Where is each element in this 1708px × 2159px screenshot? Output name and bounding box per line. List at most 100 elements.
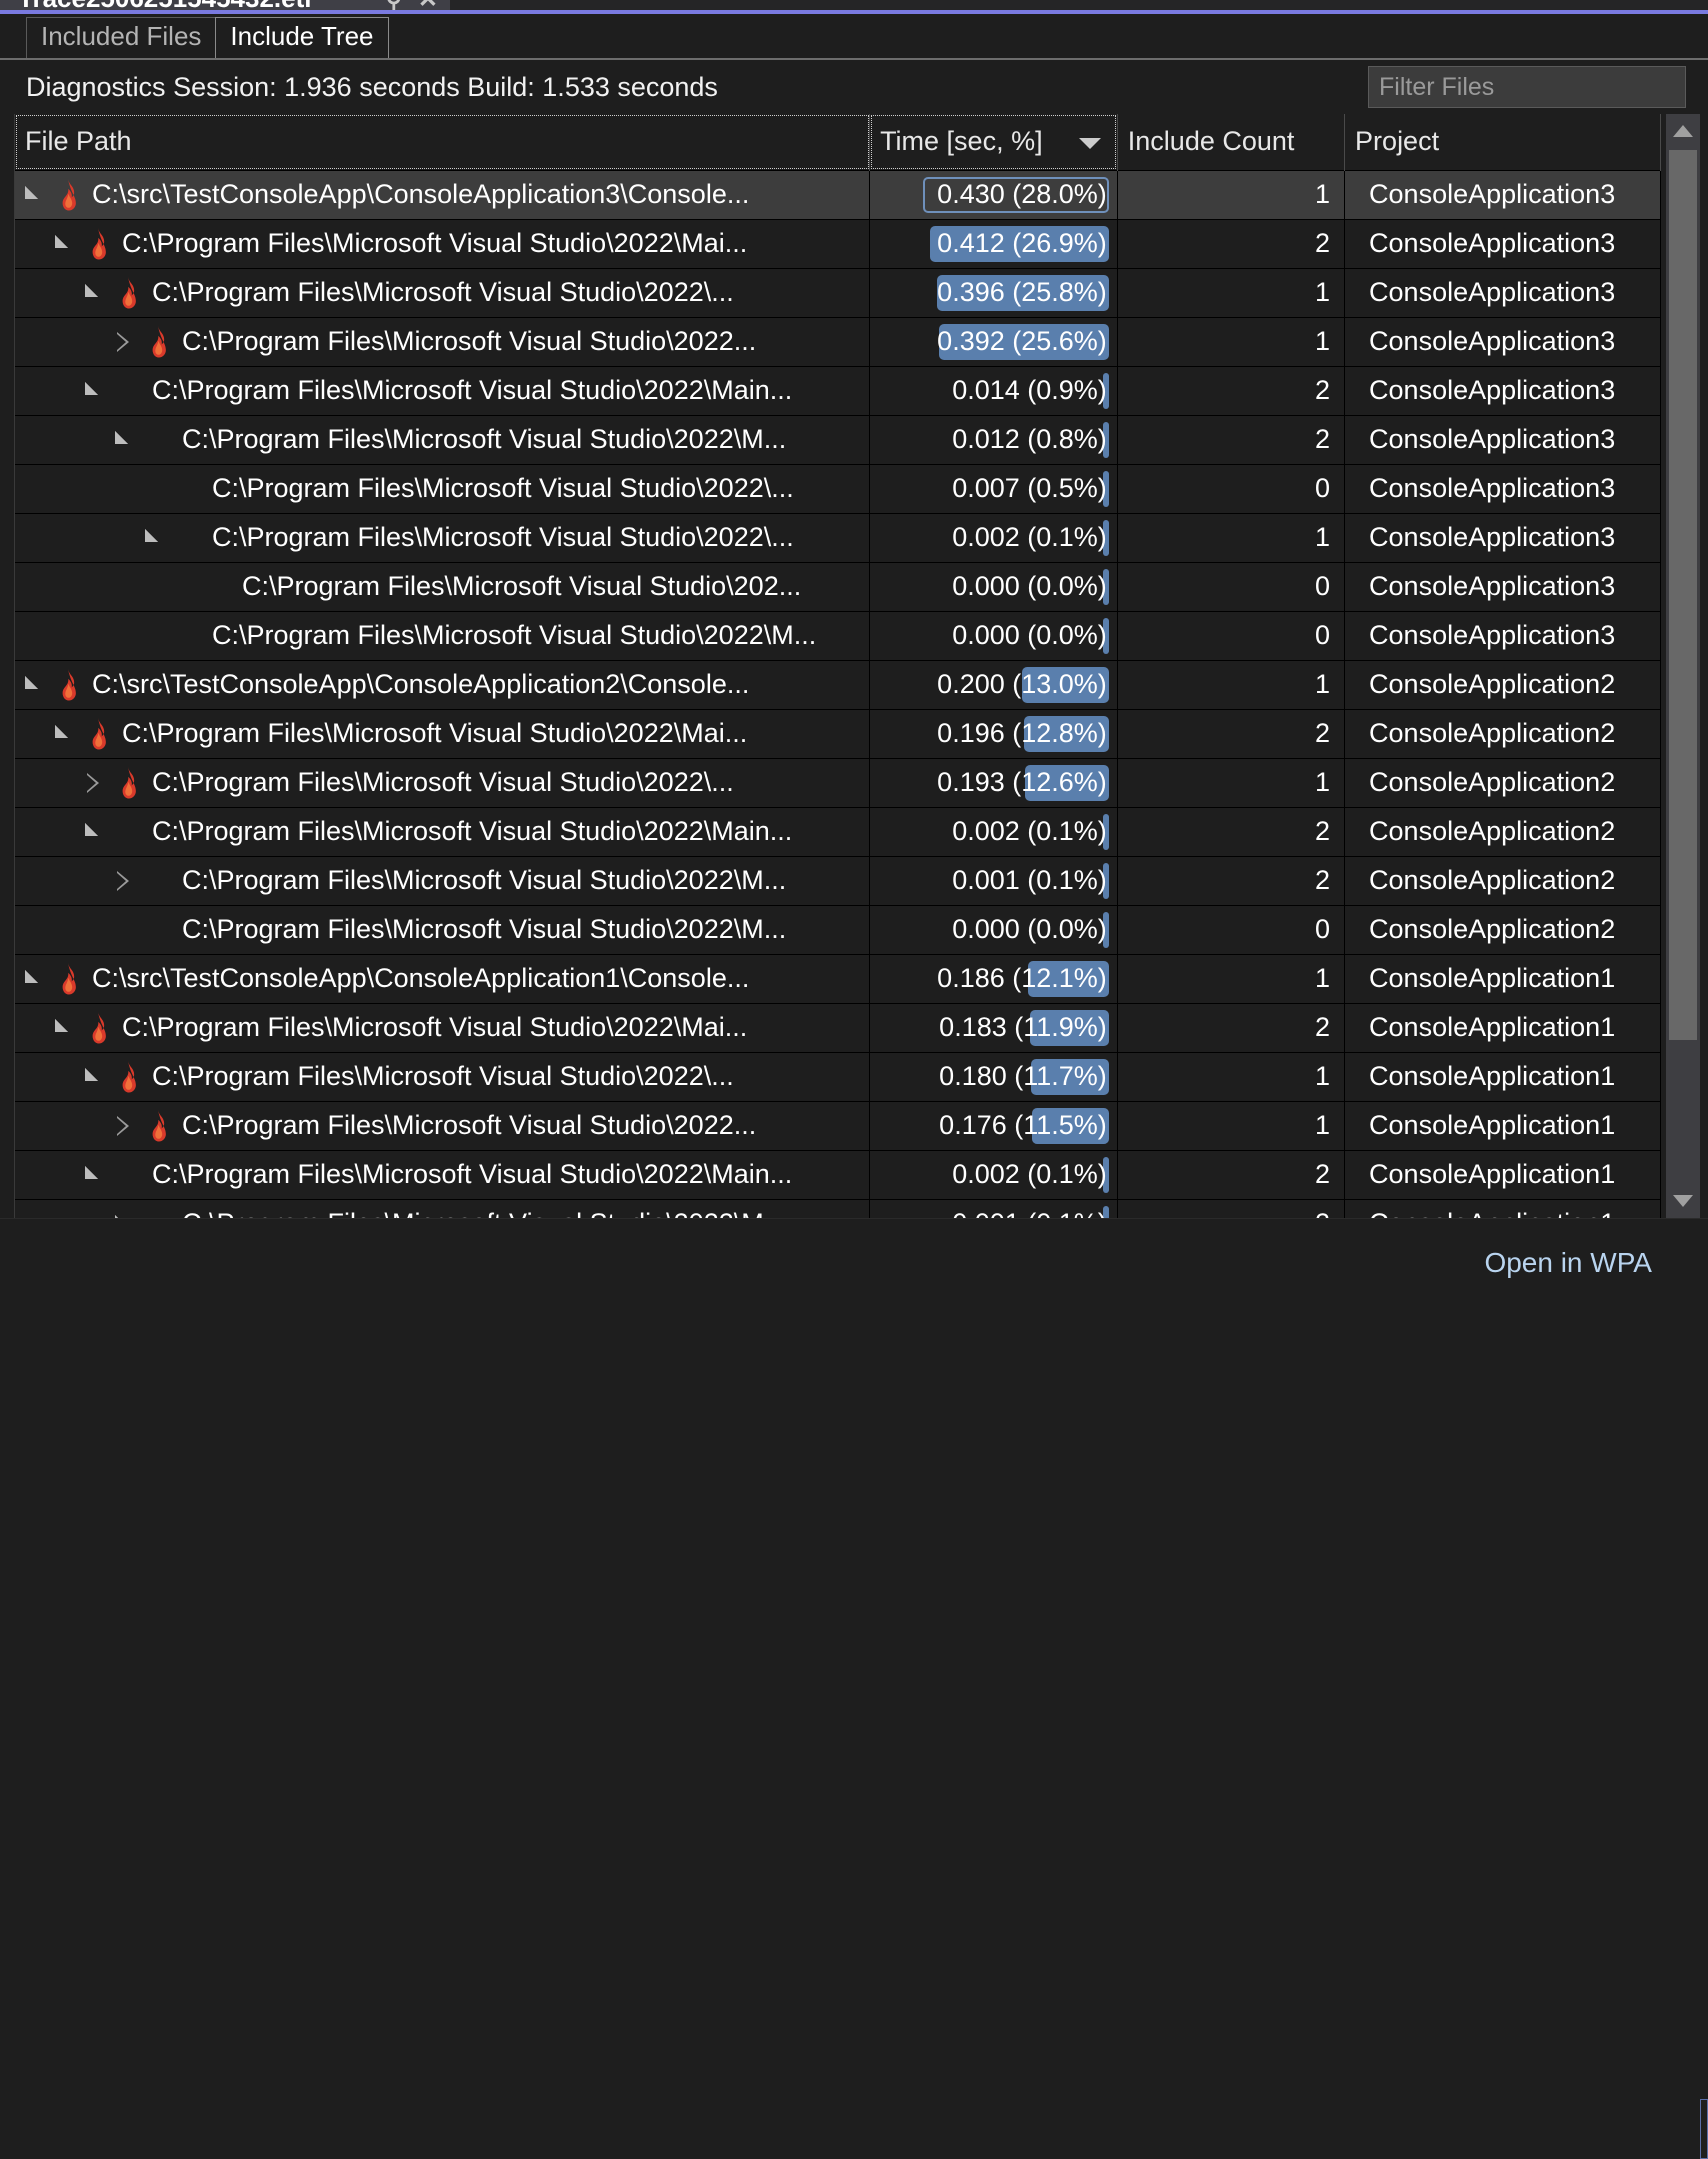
table-row[interactable]: C:\Program Files\Microsoft Visual Studio…	[15, 1101, 1661, 1150]
expander-expanded-icon[interactable]	[81, 819, 107, 845]
file-path-text: C:\Program Files\Microsoft Visual Studio…	[182, 914, 869, 945]
table-row[interactable]: C:\src\TestConsoleApp\ConsoleApplication…	[15, 660, 1661, 709]
expander-expanded-icon[interactable]	[51, 721, 77, 747]
cell-time: 0.012 (0.8%)	[870, 415, 1118, 464]
cell-time: 0.000 (0.0%)	[870, 611, 1118, 660]
table-row[interactable]: C:\Program Files\Microsoft Visual Studio…	[15, 1003, 1661, 1052]
filter-files-input[interactable]	[1369, 67, 1685, 107]
table-row[interactable]: C:\src\TestConsoleApp\ConsoleApplication…	[15, 170, 1661, 219]
table-row[interactable]: C:\Program Files\Microsoft Visual Studio…	[15, 366, 1661, 415]
expander-expanded-icon[interactable]	[81, 280, 107, 306]
vertical-scrollbar-thumb[interactable]	[1669, 150, 1697, 1040]
table-row[interactable]: C:\Program Files\Microsoft Visual Studio…	[15, 611, 1661, 660]
include-count-text: 2	[1315, 1012, 1330, 1042]
expander-expanded-icon[interactable]	[21, 672, 47, 698]
session-summary-text: Diagnostics Session: 1.936 seconds Build…	[0, 72, 718, 103]
cell-file-path: C:\Program Files\Microsoft Visual Studio…	[15, 1150, 870, 1199]
time-value-text: 0.001 (0.1%)	[952, 1208, 1107, 1218]
scroll-down-arrow-icon[interactable]	[1666, 1184, 1700, 1218]
scroll-up-arrow-icon[interactable]	[1666, 114, 1700, 148]
table-row[interactable]: C:\Program Files\Microsoft Visual Studio…	[15, 317, 1661, 366]
include-count-text: 1	[1315, 326, 1330, 356]
expander-expanded-icon[interactable]	[21, 182, 47, 208]
time-value-text: 0.183 (11.9%)	[939, 1012, 1107, 1042]
expander-expanded-icon[interactable]	[81, 1064, 107, 1090]
expander-collapsed-icon[interactable]	[111, 868, 137, 894]
table-row[interactable]: C:\Program Files\Microsoft Visual Studio…	[15, 1199, 1661, 1218]
time-value-text: 0.002 (0.1%)	[952, 522, 1107, 552]
table-row[interactable]: C:\Program Files\Microsoft Visual Studio…	[15, 415, 1661, 464]
vertical-scrollbar[interactable]	[1666, 114, 1700, 1218]
tab-included-files[interactable]: Included Files	[26, 17, 216, 58]
chevron-down-icon[interactable]	[1079, 138, 1101, 149]
table-row[interactable]: C:\Program Files\Microsoft Visual Studio…	[15, 758, 1661, 807]
table-row[interactable]: C:\Program Files\Microsoft Visual Studio…	[15, 513, 1661, 562]
expander-collapsed-icon[interactable]	[111, 329, 137, 355]
column-header-file-path[interactable]: File Path	[15, 114, 870, 170]
project-name-text: ConsoleApplication1	[1369, 1110, 1615, 1140]
flame-icon	[143, 1110, 173, 1142]
table-row[interactable]: C:\Program Files\Microsoft Visual Studio…	[15, 1052, 1661, 1101]
expander-expanded-icon[interactable]	[111, 427, 137, 453]
flame-icon	[83, 718, 113, 750]
tab-accent-bar	[0, 10, 1708, 14]
expander-expanded-icon[interactable]	[21, 966, 47, 992]
include-count-text: 0	[1315, 571, 1330, 601]
include-count-text: 2	[1315, 816, 1330, 846]
project-name-text: ConsoleApplication1	[1369, 1159, 1615, 1189]
file-path-text: C:\Program Files\Microsoft Visual Studio…	[182, 424, 869, 455]
expander-expanded-icon[interactable]	[51, 1015, 77, 1041]
open-in-wpa-link[interactable]: Open in WPA	[1484, 1247, 1652, 1279]
table-row[interactable]: C:\Program Files\Microsoft Visual Studio…	[15, 219, 1661, 268]
table-row[interactable]: C:\Program Files\Microsoft Visual Studio…	[15, 268, 1661, 317]
table-row[interactable]: C:\Program Files\Microsoft Visual Studio…	[15, 905, 1661, 954]
file-path-text: C:\Program Files\Microsoft Visual Studio…	[122, 228, 869, 259]
cell-include-count: 0	[1117, 464, 1344, 513]
cell-time: 0.002 (0.1%)	[870, 513, 1118, 562]
cell-include-count: 2	[1117, 1199, 1344, 1218]
cell-project: ConsoleApplication1	[1345, 1150, 1661, 1199]
table-row[interactable]: C:\Program Files\Microsoft Visual Studio…	[15, 1150, 1661, 1199]
file-path-text: C:\Program Files\Microsoft Visual Studio…	[182, 1208, 869, 1218]
filter-files-box[interactable]	[1368, 66, 1686, 108]
table-row[interactable]: C:\Program Files\Microsoft Visual Studio…	[15, 807, 1661, 856]
table-row[interactable]: C:\src\TestConsoleApp\ConsoleApplication…	[15, 954, 1661, 1003]
expander-expanded-icon[interactable]	[51, 231, 77, 257]
window-edge-artifact	[1700, 2099, 1708, 2159]
table-row[interactable]: C:\Program Files\Microsoft Visual Studio…	[15, 709, 1661, 758]
project-name-text: ConsoleApplication3	[1369, 473, 1615, 503]
expander-expanded-icon[interactable]	[81, 1162, 107, 1188]
column-header-include-count[interactable]: Include Count	[1117, 114, 1344, 170]
cell-time: 0.183 (11.9%)	[870, 1003, 1118, 1052]
table-row[interactable]: C:\Program Files\Microsoft Visual Studio…	[15, 464, 1661, 513]
icon-placeholder	[113, 375, 143, 407]
cell-project: ConsoleApplication2	[1345, 807, 1661, 856]
include-count-text: 1	[1315, 669, 1330, 699]
column-header-project[interactable]: Project	[1345, 114, 1661, 170]
column-header-time[interactable]: Time [sec, %]	[870, 114, 1118, 170]
cell-file-path: C:\Program Files\Microsoft Visual Studio…	[15, 415, 870, 464]
project-name-text: ConsoleApplication3	[1369, 571, 1615, 601]
project-name-text: ConsoleApplication2	[1369, 718, 1615, 748]
cell-include-count: 1	[1117, 317, 1344, 366]
cell-include-count: 2	[1117, 366, 1344, 415]
expander-collapsed-icon[interactable]	[111, 1113, 137, 1139]
file-path-text: C:\Program Files\Microsoft Visual Studio…	[212, 620, 869, 651]
project-name-text: ConsoleApplication2	[1369, 767, 1615, 797]
expander-expanded-icon[interactable]	[141, 525, 167, 551]
cell-project: ConsoleApplication1	[1345, 1199, 1661, 1218]
time-value-text: 0.430 (28.0%)	[937, 179, 1107, 209]
cell-file-path: C:\src\TestConsoleApp\ConsoleApplication…	[15, 660, 870, 709]
table-row[interactable]: C:\Program Files\Microsoft Visual Studio…	[15, 856, 1661, 905]
flame-icon	[83, 1012, 113, 1044]
cell-include-count: 2	[1117, 856, 1344, 905]
include-count-text: 1	[1315, 767, 1330, 797]
expander-collapsed-icon[interactable]	[81, 770, 107, 796]
cell-file-path: C:\Program Files\Microsoft Visual Studio…	[15, 807, 870, 856]
tab-included-files-label: Included Files	[41, 21, 201, 51]
expander-expanded-icon[interactable]	[111, 1211, 137, 1219]
expander-expanded-icon[interactable]	[81, 378, 107, 404]
table-row[interactable]: C:\Program Files\Microsoft Visual Studio…	[15, 562, 1661, 611]
tab-include-tree[interactable]: Include Tree	[215, 17, 388, 58]
time-value-text: 0.186 (12.1%)	[937, 963, 1107, 993]
